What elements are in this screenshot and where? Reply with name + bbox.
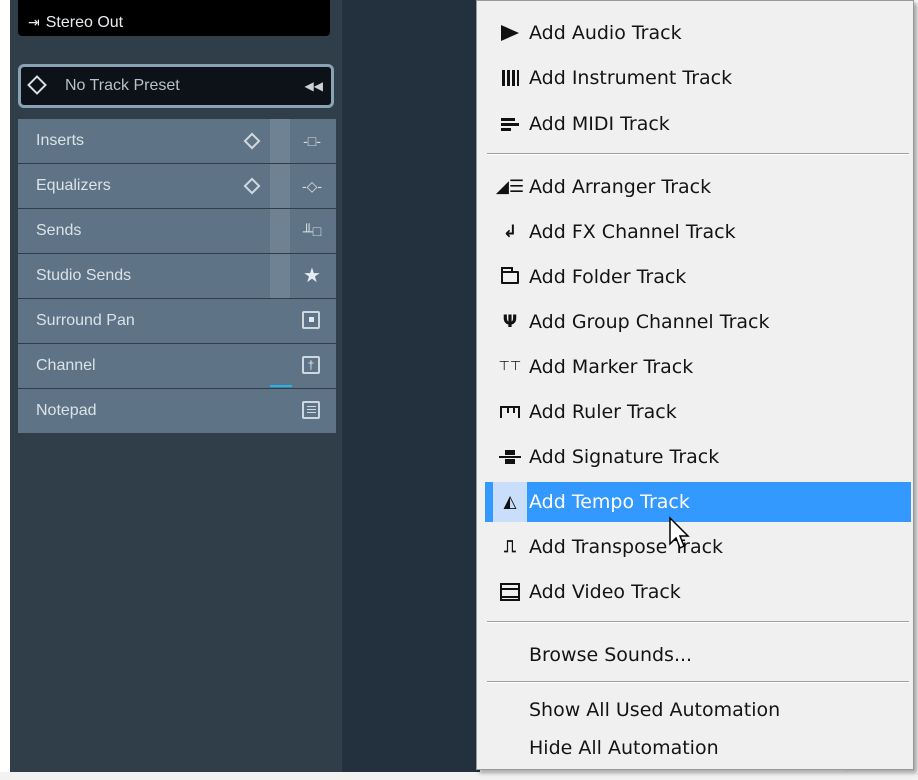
menu-item-add-group-channel-track[interactable]: Ψ Add Group Channel Track bbox=[485, 302, 911, 342]
output-routing-field[interactable]: ⇥ Stereo Out bbox=[18, 0, 330, 36]
channel-fader-icon[interactable]: † bbox=[302, 356, 320, 374]
section-label: Notepad bbox=[36, 402, 97, 419]
menu-item-show-all-used-automation[interactable]: Show All Used Automation bbox=[485, 690, 911, 730]
film-icon bbox=[493, 572, 527, 612]
menu-separator bbox=[487, 681, 909, 683]
menu-item-add-audio-track[interactable]: Add Audio Track bbox=[485, 13, 911, 53]
menu-item-add-fx-channel-track[interactable]: ↲ Add FX Channel Track bbox=[485, 212, 911, 252]
folder-icon bbox=[493, 257, 527, 297]
ruler-icon bbox=[493, 392, 527, 432]
menu-item-add-ruler-track[interactable]: Add Ruler Track bbox=[485, 392, 911, 432]
menu-item-label: Browse Sounds... bbox=[529, 644, 693, 666]
notepad-icon[interactable] bbox=[302, 401, 320, 419]
preset-rewind-icon[interactable]: ◀◀ bbox=[305, 67, 323, 105]
menu-item-add-instrument-track[interactable]: Add Instrument Track bbox=[485, 58, 911, 98]
add-track-context-menu: Add Audio Track Add Instrument Track Add… bbox=[476, 0, 914, 770]
group-icon: Ψ bbox=[502, 312, 518, 332]
section-inserts[interactable]: Inserts -□- bbox=[18, 119, 336, 163]
menu-item-label: Add FX Channel Track bbox=[529, 221, 736, 243]
menu-separator bbox=[487, 621, 909, 623]
menu-gutter bbox=[477, 1, 485, 769]
equalizers-preset-icon[interactable] bbox=[243, 177, 261, 195]
menu-separator bbox=[487, 153, 909, 155]
track-preset-label: No Track Preset bbox=[65, 77, 180, 94]
star-icon[interactable]: ★ bbox=[294, 254, 330, 298]
menu-item-label: Add Video Track bbox=[529, 581, 681, 603]
signature-icon bbox=[493, 437, 527, 477]
midi-icon bbox=[493, 104, 527, 144]
section-label: Equalizers bbox=[36, 177, 111, 194]
menu-item-add-tempo-track[interactable]: ◭ Add Tempo Track bbox=[485, 482, 911, 522]
fx-return-icon: ↲ bbox=[502, 222, 518, 242]
inserts-bypass-bar[interactable] bbox=[270, 119, 290, 163]
menu-item-label: Add Folder Track bbox=[529, 266, 687, 288]
menu-item-label: Add Audio Track bbox=[529, 22, 682, 44]
section-label: Channel bbox=[36, 357, 96, 374]
surround-pan-icon[interactable] bbox=[302, 311, 320, 329]
output-routing-label: Stereo Out bbox=[45, 14, 124, 31]
menu-item-label: Add Tempo Track bbox=[529, 491, 690, 513]
studio-sends-bypass-bar[interactable] bbox=[270, 254, 290, 298]
arranger-icon: ◢☰ bbox=[495, 177, 525, 197]
menu-item-add-transpose-track[interactable]: ⎍ Add Transpose Track bbox=[485, 527, 911, 567]
channel-level-indicator bbox=[270, 385, 292, 387]
menu-item-label: Add Ruler Track bbox=[529, 401, 677, 423]
section-label: Sends bbox=[36, 222, 82, 239]
section-surround-pan[interactable]: Surround Pan bbox=[18, 299, 336, 343]
inspector-sections: Inserts -□- Equalizers -◇- Sends ╨□ Stud… bbox=[18, 119, 336, 434]
menu-item-label: Add Instrument Track bbox=[529, 67, 733, 89]
menu-item-label: Hide All Automation bbox=[529, 737, 719, 759]
equalizers-icon[interactable]: -◇- bbox=[294, 164, 330, 208]
menu-item-add-midi-track[interactable]: Add MIDI Track bbox=[485, 104, 911, 144]
section-label: Inserts bbox=[36, 132, 85, 149]
menu-item-add-folder-track[interactable]: Add Folder Track bbox=[485, 257, 911, 297]
menu-item-label: Add Transpose Track bbox=[529, 536, 724, 558]
menu-item-label: Add Signature Track bbox=[529, 446, 720, 468]
inserts-preset-icon[interactable] bbox=[243, 132, 261, 150]
play-icon bbox=[493, 13, 527, 53]
track-preset-field[interactable]: No Track Preset ◀◀ bbox=[18, 64, 334, 108]
section-sends[interactable]: Sends ╨□ bbox=[18, 209, 336, 253]
menu-item-browse-sounds[interactable]: Browse Sounds... bbox=[485, 635, 911, 675]
menu-item-hide-all-automation[interactable]: Hide All Automation bbox=[485, 728, 911, 768]
menu-item-add-marker-track[interactable]: ⊤⊤ Add Marker Track bbox=[485, 347, 911, 387]
sends-bypass-bar[interactable] bbox=[270, 209, 290, 253]
section-label: Surround Pan bbox=[36, 312, 135, 329]
screen: ⇥ Stereo Out No Track Preset ◀◀ Inserts -… bbox=[0, 0, 918, 780]
sends-icon[interactable]: ╨□ bbox=[294, 209, 330, 253]
section-label: Studio Sends bbox=[36, 267, 132, 284]
project-area-background bbox=[342, 0, 480, 772]
mouse-cursor-icon bbox=[669, 516, 690, 550]
equalizers-bypass-bar[interactable] bbox=[270, 164, 290, 208]
keyboard-icon bbox=[493, 58, 527, 98]
menu-item-add-arranger-track[interactable]: ◢☰ Add Arranger Track bbox=[485, 167, 911, 207]
preset-diamond-icon bbox=[27, 75, 47, 95]
inserts-icon[interactable]: -□- bbox=[294, 119, 330, 163]
menu-item-label: Add Group Channel Track bbox=[529, 311, 770, 333]
section-channel[interactable]: Channel † bbox=[18, 344, 336, 388]
menu-item-add-video-track[interactable]: Add Video Track bbox=[485, 572, 911, 612]
window-bottom-edge bbox=[0, 772, 918, 780]
section-notepad[interactable]: Notepad bbox=[18, 389, 336, 433]
menu-item-label: Add MIDI Track bbox=[529, 113, 670, 135]
output-arrow-icon: ⇥ bbox=[28, 14, 40, 30]
menu-item-add-signature-track[interactable]: Add Signature Track bbox=[485, 437, 911, 477]
menu-item-label: Show All Used Automation bbox=[529, 699, 781, 721]
metronome-icon: ◭ bbox=[493, 482, 527, 522]
section-equalizers[interactable]: Equalizers -◇- bbox=[18, 164, 336, 208]
section-studio-sends[interactable]: Studio Sends ★ bbox=[18, 254, 336, 298]
menu-item-label: Add Arranger Track bbox=[529, 176, 712, 198]
transpose-icon: ⎍ bbox=[504, 537, 516, 557]
marker-icon: ⊤⊤ bbox=[498, 359, 522, 374]
menu-item-label: Add Marker Track bbox=[529, 356, 694, 378]
